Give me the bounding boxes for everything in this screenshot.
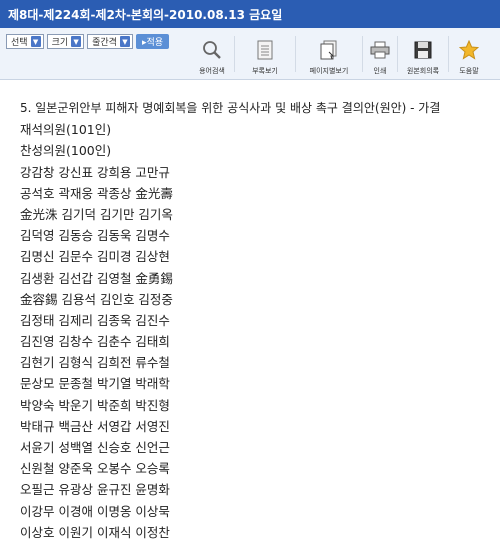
member-names-row: 김진영 김창수 김춘수 김태희 bbox=[20, 334, 170, 350]
print-icon bbox=[368, 39, 392, 61]
member-names-row: 김정태 김제리 김종욱 김진수 bbox=[20, 312, 170, 328]
appendix-view-label: 부록보기 bbox=[252, 67, 278, 75]
select-label: 선택 bbox=[11, 38, 28, 48]
member-names-row: 김생환 김선갑 김영철 金勇錫 bbox=[20, 270, 173, 286]
document-icon bbox=[253, 39, 277, 61]
member-names-row: 김명신 김문수 김미경 김상현 bbox=[20, 249, 170, 265]
page-view-label: 페이지별보기 bbox=[309, 67, 349, 75]
tool-buttons: 용어검색 부록보기 페이지별보기 인쇄 원본회의록 도움말 bbox=[190, 28, 500, 80]
star-icon bbox=[457, 39, 481, 61]
approve-count: 찬성의원(100인) bbox=[20, 143, 112, 159]
minutes-content: 5. 일본군위안부 피해자 명예회복을 위한 공식사과 및 배상 촉구 결의안(… bbox=[0, 80, 500, 543]
toolbar: 선택 ▼ 크기 ▼ 줄간격 ▼ ▸적용 용어검색 부록보기 페이지별보기 인쇄 … bbox=[0, 28, 500, 80]
chevron-down-icon: ▼ bbox=[119, 36, 130, 47]
save-icon bbox=[411, 39, 435, 61]
line-spacing-dropdown[interactable]: 줄간격 ▼ bbox=[87, 34, 133, 49]
original-minutes-button[interactable]: 원본회의록 bbox=[398, 28, 448, 80]
member-names-row: 이상호 이원기 이재식 이정찬 bbox=[20, 524, 170, 540]
member-names-row: 서윤기 성백열 신승호 신언근 bbox=[20, 440, 170, 455]
member-names-row: 이강무 이경애 이명옹 이상묵 bbox=[20, 503, 170, 519]
member-names-row: 박태규 백금산 서영갑 서영진 bbox=[20, 418, 170, 434]
agenda-heading: 5. 일본군위안부 피해자 명예회복을 위한 공식사과 및 배상 촉구 결의안(… bbox=[20, 101, 441, 115]
term-search-button[interactable]: 용어검색 bbox=[190, 28, 234, 80]
size-dropdown[interactable]: 크기 ▼ bbox=[46, 34, 85, 49]
member-names-row: 金容錫 김용석 김인호 김정중 bbox=[20, 291, 173, 307]
print-label: 인쇄 bbox=[373, 67, 387, 75]
member-names-row: 강감창 강신표 강희용 고만규 bbox=[20, 164, 170, 180]
member-names-row: 문상모 문종철 박기열 박래학 bbox=[20, 376, 170, 392]
chevron-down-icon: ▼ bbox=[30, 36, 41, 47]
line-spacing-label: 줄간격 bbox=[92, 38, 117, 48]
page-view-button[interactable]: 페이지별보기 bbox=[296, 28, 362, 80]
member-names-row: 김현기 김형식 김희전 류수철 bbox=[20, 355, 170, 371]
search-icon bbox=[200, 39, 224, 61]
member-names-row: 신원철 양준욱 오봉수 오승록 bbox=[20, 461, 170, 477]
help-label: 도움말 bbox=[459, 67, 479, 75]
term-search-label: 용어검색 bbox=[199, 67, 225, 75]
window-title: 제8대-제224회-제2차-본회의-2010.08.13 금요일 bbox=[0, 0, 500, 28]
view-controls: 선택 ▼ 크기 ▼ 줄간격 ▼ ▸적용 bbox=[0, 28, 170, 49]
present-count: 재석의원(101인) bbox=[20, 122, 112, 138]
size-label: 크기 bbox=[51, 38, 69, 48]
appendix-view-button[interactable]: 부록보기 bbox=[235, 28, 295, 80]
member-names-row: 공석호 곽재웅 곽종상 金光壽 bbox=[20, 185, 173, 201]
member-names-row: 金光洙 김기덕 김기만 김기옥 bbox=[20, 206, 173, 222]
pages-icon bbox=[317, 39, 341, 61]
member-names-row: 박양숙 박운기 박준희 박진형 bbox=[20, 397, 170, 413]
original-minutes-label: 원본회의록 bbox=[406, 67, 440, 75]
print-button[interactable]: 인쇄 bbox=[363, 28, 397, 80]
apply-button[interactable]: ▸적용 bbox=[135, 34, 170, 49]
help-button[interactable]: 도움말 bbox=[449, 28, 489, 80]
chevron-down-icon: ▼ bbox=[71, 36, 82, 47]
select-dropdown[interactable]: 선택 ▼ bbox=[6, 34, 44, 49]
member-names-row: 오필근 유광상 윤규진 윤명화 bbox=[20, 482, 170, 498]
member-names-row: 김덕영 김동승 김동욱 김명수 bbox=[20, 228, 170, 244]
